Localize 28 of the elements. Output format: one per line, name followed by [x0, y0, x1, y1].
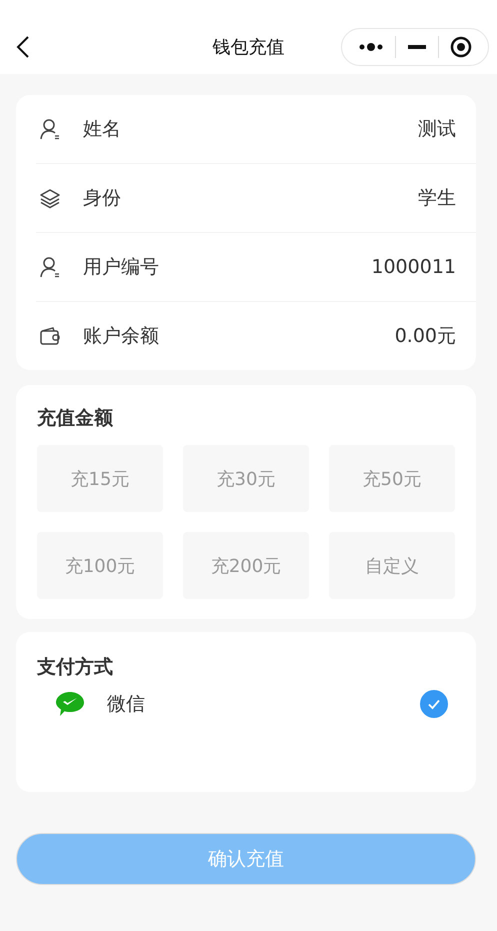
- user-icon: [39, 256, 61, 278]
- field-value: 1000011: [371, 256, 456, 278]
- amount-option[interactable]: 充30元: [183, 445, 309, 512]
- amount-option[interactable]: 充100元: [37, 532, 163, 599]
- selected-check-icon[interactable]: [420, 690, 448, 718]
- close-icon[interactable]: [450, 36, 472, 58]
- section-title: 充值金额: [37, 406, 114, 431]
- layers-icon: [39, 187, 61, 209]
- amount-option[interactable]: 充200元: [183, 532, 309, 599]
- field-value: 0.00元: [394, 324, 456, 349]
- more-icon[interactable]: [358, 42, 384, 52]
- chat-bubble-icon: [55, 690, 85, 718]
- user-icon: [39, 118, 61, 140]
- amount-option[interactable]: 充15元: [37, 445, 163, 512]
- amount-option[interactable]: 充50元: [329, 445, 455, 512]
- field-label: 姓名: [83, 117, 121, 142]
- wallet-icon: [39, 325, 61, 347]
- amount-option[interactable]: 自定义: [329, 532, 455, 599]
- field-label: 账户余额: [83, 324, 159, 349]
- payment-method-label: 微信: [107, 692, 145, 717]
- field-value: 测试: [418, 117, 456, 142]
- back-icon[interactable]: [16, 35, 30, 59]
- minimize-icon[interactable]: [408, 45, 426, 49]
- field-label: 用户编号: [83, 255, 159, 280]
- field-label: 身份: [83, 186, 121, 211]
- field-value: 学生: [418, 186, 456, 211]
- section-title: 支付方式: [37, 655, 114, 680]
- page-title: 钱包充值: [212, 36, 284, 59]
